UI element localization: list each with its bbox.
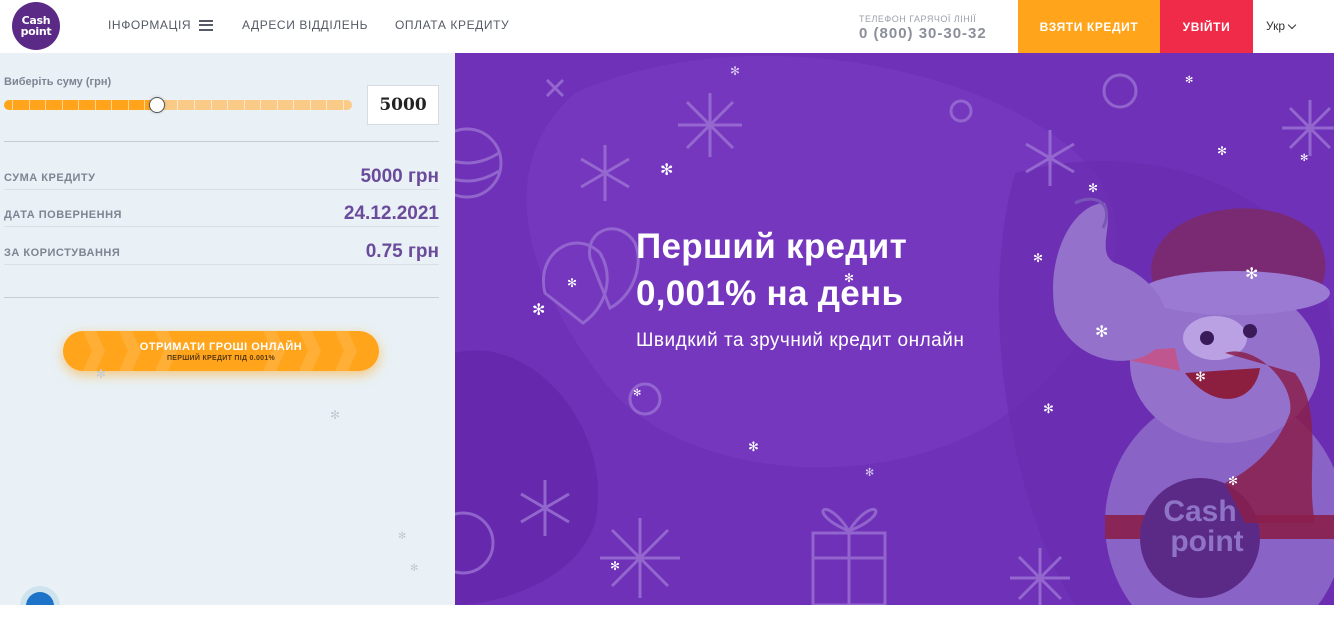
nav-branch-addresses[interactable]: АДРЕСИ ВІДДІЛЕНЬ: [242, 18, 368, 32]
summary-row-label: ЗА КОРИСТУВАННЯ: [4, 247, 121, 259]
summary-row-value: 24.12.2021: [343, 203, 439, 224]
language-label: Укр: [1266, 19, 1286, 33]
summary-row-amount: СУМА КРЕДИТУ 5000 грн: [4, 166, 439, 190]
snowflake-icon: ✻: [398, 531, 407, 542]
summary-row-label: СУМА КРЕДИТУ: [4, 172, 96, 184]
summary-row-usage-fee: ЗА КОРИСТУВАННЯ 0.75 грн: [4, 241, 439, 265]
svg-text:✻: ✻: [1043, 402, 1054, 417]
cta-subtitle: ПЕРШИЙ КРЕДИТ ПІД 0.001%: [166, 354, 276, 362]
divider: [4, 297, 439, 298]
page-bottom-area: [0, 605, 1334, 627]
divider: [4, 141, 439, 142]
nav-loan-payment[interactable]: ОПЛАТА КРЕДИТУ: [395, 18, 509, 32]
hotline: ТЕЛЕФОН ГАРЯЧОЇ ЛІНІЇ 0 (800) 30-30-32: [859, 14, 987, 42]
svg-text:✻: ✻: [1195, 370, 1206, 385]
amount-slider[interactable]: [4, 97, 352, 113]
svg-text:✻: ✻: [567, 276, 577, 290]
svg-text:✻: ✻: [748, 440, 759, 455]
nav-information-label: ІНФОРМАЦІЯ: [108, 18, 192, 32]
logo-text-point: point: [20, 25, 52, 38]
svg-text:✻: ✻: [1095, 322, 1108, 341]
nav-information[interactable]: ІНФОРМАЦІЯ: [108, 18, 214, 32]
amount-select-label: Виберіть суму (грн): [4, 76, 112, 88]
hamburger-icon[interactable]: [199, 19, 214, 31]
svg-text:✻: ✻: [1033, 251, 1043, 265]
chevron-down-icon: [1287, 20, 1297, 29]
svg-text:✻: ✻: [1245, 264, 1258, 283]
site-header: Cash point ІНФОРМАЦІЯ АДРЕСИ ВІДДІЛЕНЬ О…: [0, 0, 1334, 53]
svg-text:✻: ✻: [1088, 181, 1098, 195]
hero-title-line2: 0,001% на день: [636, 274, 904, 313]
language-selector[interactable]: Укр: [1266, 19, 1297, 33]
summary-row-label: ДАТА ПОВЕРНЕННЯ: [4, 209, 122, 221]
take-credit-button[interactable]: ВЗЯТИ КРЕДИТ: [1018, 0, 1160, 53]
svg-text:✻: ✻: [610, 559, 620, 573]
promo-banner: Cash point ✻ ✻ ✻ ✻ ✻ ✻ ✻ ✻ ✻ ✻ ✻ ✻ ✻ ✻ ✻…: [455, 53, 1334, 605]
snowflake-icon: ✻: [410, 563, 419, 574]
snowflake-icon: ✻: [330, 408, 341, 422]
mascot-logo-line2: point: [1170, 525, 1243, 558]
amount-input[interactable]: 5000: [367, 85, 439, 125]
mascot-logo-line1: Cash: [1163, 495, 1236, 528]
banner-decoration: Cash point ✻ ✻ ✻ ✻ ✻ ✻ ✻ ✻ ✻ ✻ ✻ ✻ ✻ ✻ ✻…: [455, 55, 1334, 605]
svg-text:✻: ✻: [532, 300, 545, 319]
amount-slider-ticks: [4, 100, 352, 110]
svg-text:✻: ✻: [1300, 153, 1308, 164]
cta-title: ОТРИМАТИ ГРОШІ ОНЛАЙН: [139, 340, 303, 353]
cashpoint-logo[interactable]: Cash point: [12, 2, 60, 50]
svg-text:✻: ✻: [1228, 474, 1238, 488]
summary-row-value: 5000 грн: [360, 166, 439, 187]
snowflake-icon: ✻: [96, 367, 107, 381]
summary-row-value: 0.75 грн: [365, 241, 439, 262]
summary-row-return-date: ДАТА ПОВЕРНЕННЯ 24.12.2021: [4, 203, 439, 227]
hero-title: Перший кредит 0,001% на день: [636, 223, 907, 317]
svg-text:✻: ✻: [1217, 144, 1227, 158]
hero-subtitle: Швидкий та зручний кредит онлайн: [636, 330, 965, 351]
hotline-label: ТЕЛЕФОН ГАРЯЧОЇ ЛІНІЇ: [859, 14, 977, 24]
svg-text:✻: ✻: [660, 160, 673, 179]
svg-text:✻: ✻: [1185, 75, 1193, 86]
amount-slider-handle[interactable]: [149, 97, 166, 113]
loan-calculator: Виберіть суму (грн) 5000 СУМА КРЕДИТУ 50…: [0, 53, 455, 605]
hero-title-line1: Перший кредит: [636, 227, 908, 266]
get-money-online-button[interactable]: ОТРИМАТИ ГРОШІ ОНЛАЙН ПЕРШИЙ КРЕДИТ ПІД …: [63, 331, 379, 371]
login-button[interactable]: УВІЙТИ: [1160, 0, 1253, 53]
svg-text:✻: ✻: [633, 388, 641, 399]
svg-text:✻: ✻: [730, 64, 740, 78]
hotline-number[interactable]: 0 (800) 30-30-32: [859, 25, 987, 42]
svg-text:✻: ✻: [865, 466, 874, 479]
